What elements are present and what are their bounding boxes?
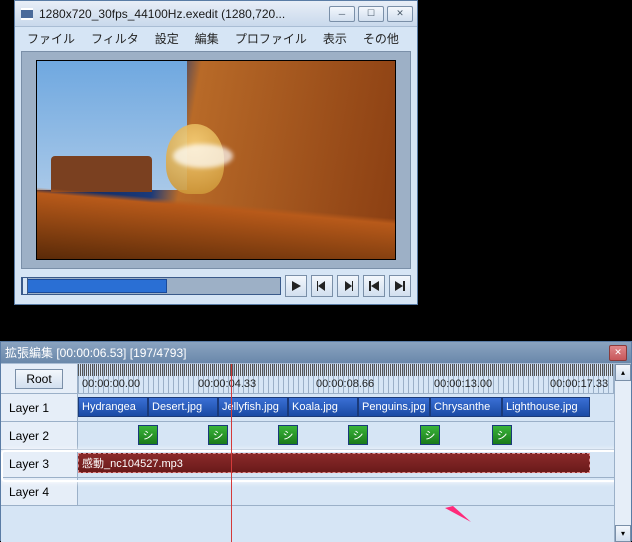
clip-scene[interactable]: シ: [348, 425, 368, 445]
clip-img[interactable]: Koala.jpg: [288, 397, 358, 417]
clip-img[interactable]: Desert.jpg: [148, 397, 218, 417]
preview-titlebar[interactable]: 1280x720_30fps_44100Hz.exedit (1280,720.…: [15, 1, 417, 27]
menu-settings[interactable]: 設定: [149, 28, 185, 49]
layer-row: Layer 4: [1, 478, 631, 506]
seek-progress: [23, 279, 167, 293]
menu-filter[interactable]: フィルタ: [85, 28, 145, 49]
step-back-button[interactable]: [311, 275, 333, 297]
scroll-down-button[interactable]: ▾: [615, 525, 631, 542]
preview-window: 1280x720_30fps_44100Hz.exedit (1280,720.…: [14, 0, 418, 305]
seek-bar[interactable]: [21, 277, 281, 295]
video-preview[interactable]: [36, 60, 396, 260]
layer-header[interactable]: Layer 3: [1, 450, 78, 477]
clip-audio[interactable]: 感動_nc104527.mp3: [78, 453, 590, 473]
layer-header[interactable]: Layer 2: [1, 422, 78, 449]
menu-edit[interactable]: 編集: [189, 28, 225, 49]
clip-img[interactable]: Penguins.jpg: [358, 397, 430, 417]
menu-profile[interactable]: プロファイル: [229, 28, 313, 49]
ruler-tick: 00:00:17.33: [550, 378, 608, 390]
ruler-tick: 00:00:13.00: [434, 378, 492, 390]
clip-scene[interactable]: シ: [420, 425, 440, 445]
clip-img[interactable]: Chrysanthe: [430, 397, 502, 417]
clip-scene[interactable]: シ: [278, 425, 298, 445]
minimize-button[interactable]: ─: [329, 6, 355, 22]
ruler-tick: 00:00:04.33: [198, 378, 256, 390]
clip-scene[interactable]: シ: [492, 425, 512, 445]
layer-header[interactable]: Layer 4: [1, 478, 78, 505]
step-forward-button[interactable]: [337, 275, 359, 297]
close-button[interactable]: ✕: [387, 6, 413, 22]
root-cell: Root: [1, 364, 78, 393]
layer-track[interactable]: 感動_nc104527.mp3: [78, 450, 631, 477]
root-button[interactable]: Root: [15, 369, 62, 389]
timeline-close-button[interactable]: ✕: [609, 345, 627, 361]
transport-controls: [21, 271, 411, 301]
ruler-tick: 00:00:00.00: [82, 378, 140, 390]
vertical-scrollbar[interactable]: ▴ ▾: [614, 364, 631, 542]
clip-img[interactable]: Jellyfish.jpg: [218, 397, 288, 417]
timeline-title: 拡張編集 [00:00:06.53] [197/4793]: [5, 344, 609, 361]
menu-other[interactable]: その他: [357, 28, 405, 49]
layer-header[interactable]: Layer 1: [1, 394, 78, 421]
menu-file[interactable]: ファイル: [21, 28, 81, 49]
ruler-tick: 00:00:08.66: [316, 378, 374, 390]
scroll-up-button[interactable]: ▴: [615, 364, 631, 381]
app-icon: [19, 6, 35, 22]
ruler-ticks: [78, 364, 631, 376]
clip-img[interactable]: Lighthouse.jpg: [502, 397, 590, 417]
play-button[interactable]: [285, 275, 307, 297]
preview-title: 1280x720_30fps_44100Hz.exedit (1280,720.…: [39, 7, 329, 21]
preview-area: [21, 51, 411, 269]
clip-scene[interactable]: シ: [208, 425, 228, 445]
time-ruler[interactable]: 00:00:00.00 00:00:04.33 00:00:08.66 00:0…: [78, 364, 631, 393]
maximize-button[interactable]: ☐: [358, 6, 384, 22]
timeline-body: Root 00:00:00.00 00:00:04.33 00:00:08.66…: [1, 364, 631, 542]
clip-scene[interactable]: シ: [138, 425, 158, 445]
seek-head[interactable]: [22, 277, 28, 295]
layer-track[interactable]: HydrangeaDesert.jpgJellyfish.jpgKoala.jp…: [78, 394, 631, 421]
clip-img[interactable]: Hydrangea: [78, 397, 148, 417]
menubar: ファイル フィルタ 設定 編集 プロファイル 表示 その他: [15, 27, 417, 49]
timeline-titlebar[interactable]: 拡張編集 [00:00:06.53] [197/4793] ✕: [1, 342, 631, 364]
layer-track[interactable]: シシシシシシ: [78, 422, 631, 449]
layer-row: Layer 1HydrangeaDesert.jpgJellyfish.jpgK…: [1, 394, 631, 422]
timeline-window: 拡張編集 [00:00:06.53] [197/4793] ✕ Root 00:…: [0, 341, 632, 541]
jump-start-button[interactable]: [363, 275, 385, 297]
layer-row: Layer 2 シ シ シ シ シ シ: [1, 422, 631, 450]
layer-row: Layer 3感動_nc104527.mp3: [1, 450, 631, 478]
jump-end-button[interactable]: [389, 275, 411, 297]
layer-track[interactable]: [78, 478, 631, 505]
menu-view[interactable]: 表示: [317, 28, 353, 49]
ruler-row: Root 00:00:00.00 00:00:04.33 00:00:08.66…: [1, 364, 631, 394]
